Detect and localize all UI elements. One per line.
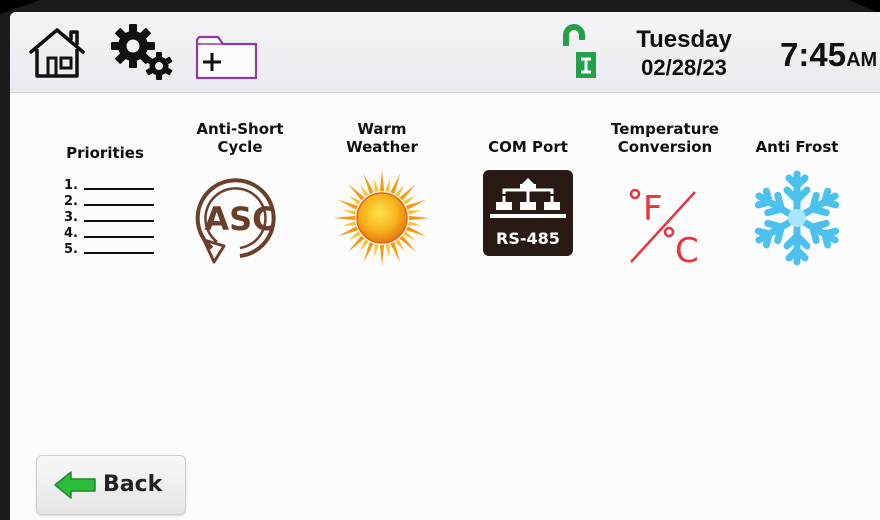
home-icon[interactable] <box>26 24 88 84</box>
priority-row: 3. <box>64 209 154 225</box>
asc-icon: ASC <box>190 168 290 272</box>
back-button[interactable]: Back <box>36 455 186 515</box>
tile-label-temperature-conversion: Temperature Conversion <box>611 120 719 156</box>
settings-gears-icon[interactable] <box>106 22 178 86</box>
day-of-week: Tuesday <box>636 26 732 53</box>
tile-anti-frost[interactable]: Anti Frost <box>732 116 862 266</box>
back-arrow-icon <box>53 470 97 504</box>
clock-display: 7:45AM <box>780 36 877 74</box>
date-display: Tuesday 02/28/23 <box>622 26 746 82</box>
svg-text:RS-485: RS-485 <box>496 229 560 248</box>
sun-icon <box>332 168 432 272</box>
rs485-port-icon: RS-485 <box>482 168 574 262</box>
snowflake-icon <box>747 168 847 272</box>
tile-label-warm-weather: Warm Weather <box>346 120 418 156</box>
tile-anti-short-cycle[interactable]: Anti-Short Cycle ASC <box>175 116 305 264</box>
touch-screen: Tuesday 02/28/23 7:45AM Priorities 1. 2.… <box>10 12 880 520</box>
tile-priorities[interactable]: Priorities <box>40 122 170 162</box>
f-to-c-icon: F C <box>617 180 713 274</box>
priority-row: 1. <box>64 177 154 193</box>
back-label: Back <box>103 472 163 497</box>
tile-label-priorities: Priorities <box>66 144 144 162</box>
priority-row: 5. <box>64 241 154 257</box>
am-pm-indicator: AM <box>846 49 878 71</box>
time-value: 7:45 <box>780 36 847 73</box>
date-value: 02/28/23 <box>641 55 727 80</box>
tile-warm-weather[interactable]: Warm Weather <box>317 116 447 266</box>
priority-row: 4. <box>64 225 154 241</box>
priorities-list-icon: 1. 2. 3. 4. 5. <box>64 177 154 257</box>
tile-label-com-port: COM Port <box>488 138 568 156</box>
folder-add-icon[interactable] <box>194 30 260 86</box>
tile-temperature-conversion[interactable]: Temperature Conversion F C <box>595 116 735 271</box>
svg-text:F: F <box>643 189 663 229</box>
svg-text:C: C <box>675 231 699 270</box>
tile-label-anti-short-cycle: Anti-Short Cycle <box>196 120 284 156</box>
top-bar: Tuesday 02/28/23 7:45AM <box>10 12 880 93</box>
priority-row: 2. <box>64 193 154 209</box>
tile-label-anti-frost: Anti Frost <box>755 138 839 156</box>
unlock-icon[interactable] <box>556 24 596 86</box>
svg-text:ASC: ASC <box>204 200 275 238</box>
tile-com-port[interactable]: COM Port RS-485 <box>463 116 593 256</box>
